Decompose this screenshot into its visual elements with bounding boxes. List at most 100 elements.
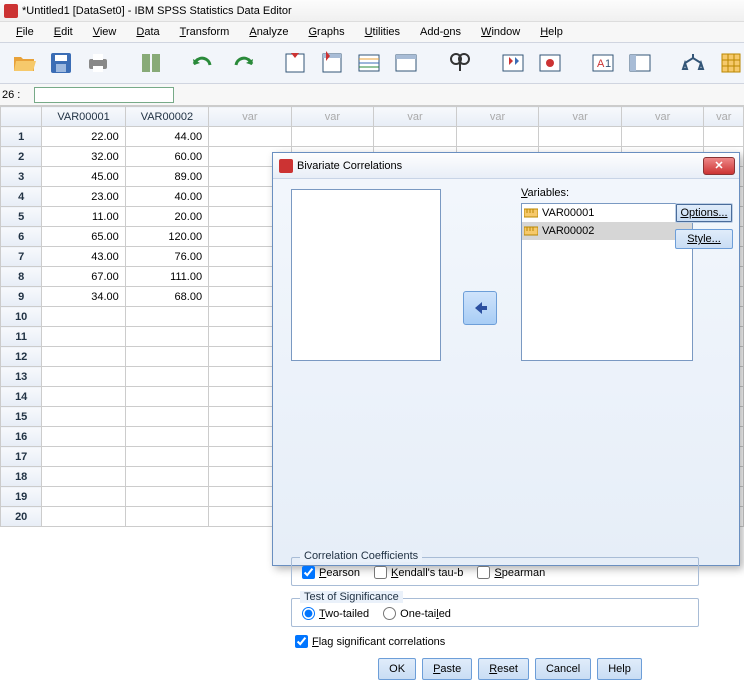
data-cell[interactable]: 60.00: [125, 147, 208, 167]
row-header[interactable]: 16: [1, 427, 42, 447]
paste-button[interactable]: Paste: [422, 658, 472, 680]
goto-var-icon[interactable]: [318, 49, 345, 77]
data-cell[interactable]: 45.00: [42, 167, 125, 187]
row-header[interactable]: 19: [1, 487, 42, 507]
data-cell[interactable]: [42, 327, 125, 347]
weight-icon[interactable]: [680, 49, 707, 77]
use-sets-icon[interactable]: [627, 49, 654, 77]
data-cell[interactable]: [125, 307, 208, 327]
data-cell[interactable]: [125, 407, 208, 427]
row-header[interactable]: 14: [1, 387, 42, 407]
row-header[interactable]: 7: [1, 247, 42, 267]
two-tailed-radio[interactable]: Two-tailed: [302, 607, 369, 620]
data-cell[interactable]: [42, 387, 125, 407]
col-header-var[interactable]: var: [374, 107, 457, 127]
row-header[interactable]: 12: [1, 347, 42, 367]
menu-graphs[interactable]: Graphs: [298, 24, 354, 40]
row-header[interactable]: 9: [1, 287, 42, 307]
style-button[interactable]: Style...: [675, 229, 733, 249]
row-header[interactable]: 17: [1, 447, 42, 467]
col-header-var[interactable]: var: [209, 107, 292, 127]
ok-button[interactable]: OK: [378, 658, 416, 680]
data-cell[interactable]: [291, 127, 374, 147]
data-cell[interactable]: [125, 387, 208, 407]
menu-utilities[interactable]: Utilities: [355, 24, 410, 40]
options-button[interactable]: Options...: [675, 203, 733, 223]
data-cell[interactable]: 44.00: [125, 127, 208, 147]
dialog-titlebar[interactable]: Bivariate Correlations ✕: [273, 153, 739, 179]
col-header-var[interactable]: var: [291, 107, 374, 127]
data-cell[interactable]: [42, 447, 125, 467]
col-header-var[interactable]: var: [704, 107, 744, 127]
cell-ref-input[interactable]: [34, 87, 174, 103]
data-cell[interactable]: [42, 407, 125, 427]
menu-view[interactable]: View: [83, 24, 127, 40]
data-cell[interactable]: [42, 507, 125, 527]
data-cell[interactable]: [42, 467, 125, 487]
row-header[interactable]: 5: [1, 207, 42, 227]
row-header[interactable]: 13: [1, 367, 42, 387]
data-cell[interactable]: [539, 127, 622, 147]
row-header[interactable]: 2: [1, 147, 42, 167]
data-cell[interactable]: 65.00: [42, 227, 125, 247]
data-cell[interactable]: [42, 427, 125, 447]
cancel-button[interactable]: Cancel: [535, 658, 591, 680]
data-cell[interactable]: [374, 127, 457, 147]
data-cell[interactable]: [209, 127, 292, 147]
data-cell[interactable]: 43.00: [42, 247, 125, 267]
data-cell[interactable]: 23.00: [42, 187, 125, 207]
row-header[interactable]: 15: [1, 407, 42, 427]
col-header-1[interactable]: VAR00001: [42, 107, 125, 127]
data-cell[interactable]: 120.00: [125, 227, 208, 247]
menu-file[interactable]: File: [6, 24, 44, 40]
list-item[interactable]: VAR00002: [522, 222, 692, 240]
row-header[interactable]: 3: [1, 167, 42, 187]
data-cell[interactable]: [125, 347, 208, 367]
data-cell[interactable]: [621, 127, 704, 147]
save-icon[interactable]: [47, 49, 74, 77]
spearman-checkbox[interactable]: Spearman: [477, 566, 545, 579]
data-cell[interactable]: 68.00: [125, 287, 208, 307]
row-header[interactable]: 20: [1, 507, 42, 527]
data-cell[interactable]: [125, 487, 208, 507]
move-left-button[interactable]: [463, 291, 497, 325]
value-labels-icon[interactable]: A1: [589, 49, 616, 77]
col-header-var[interactable]: var: [539, 107, 622, 127]
data-cell[interactable]: 89.00: [125, 167, 208, 187]
data-cell[interactable]: 40.00: [125, 187, 208, 207]
data-cell[interactable]: [42, 367, 125, 387]
data-cell[interactable]: [125, 447, 208, 467]
menu-transform[interactable]: Transform: [170, 24, 240, 40]
col-header-var[interactable]: var: [456, 107, 539, 127]
find-icon[interactable]: [446, 49, 473, 77]
row-header[interactable]: 4: [1, 187, 42, 207]
data-cell[interactable]: [125, 427, 208, 447]
col-header-var[interactable]: var: [621, 107, 704, 127]
data-cell[interactable]: [125, 467, 208, 487]
data-cell[interactable]: 11.00: [42, 207, 125, 227]
row-header[interactable]: 10: [1, 307, 42, 327]
open-icon[interactable]: [10, 49, 37, 77]
one-tailed-radio[interactable]: One-tailed: [383, 607, 451, 620]
data-cell[interactable]: [704, 127, 744, 147]
data-cell[interactable]: [42, 487, 125, 507]
source-var-list[interactable]: [291, 189, 441, 361]
goto-case-icon[interactable]: [281, 49, 308, 77]
data-cell[interactable]: 34.00: [42, 287, 125, 307]
variables-icon[interactable]: [356, 49, 383, 77]
data-cell[interactable]: [456, 127, 539, 147]
variables-list[interactable]: VAR00001 VAR00002: [521, 203, 693, 361]
data-cell[interactable]: [42, 307, 125, 327]
data-cell[interactable]: [125, 507, 208, 527]
menu-analyze[interactable]: Analyze: [239, 24, 298, 40]
data-cell[interactable]: 20.00: [125, 207, 208, 227]
redo-icon[interactable]: [228, 49, 255, 77]
menu-help[interactable]: Help: [530, 24, 573, 40]
data-cell[interactable]: [42, 347, 125, 367]
select-icon[interactable]: [536, 49, 563, 77]
row-header[interactable]: 18: [1, 467, 42, 487]
row-header[interactable]: 11: [1, 327, 42, 347]
kendall-checkbox[interactable]: Kendall's tau-b: [374, 566, 463, 579]
data-cell[interactable]: [125, 367, 208, 387]
list-item[interactable]: VAR00001: [522, 204, 692, 222]
